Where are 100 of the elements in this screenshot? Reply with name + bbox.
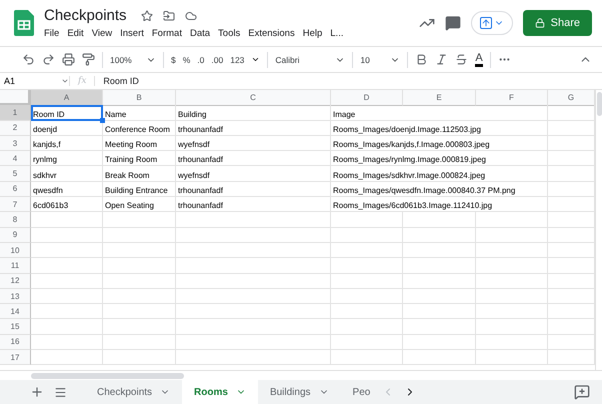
table-cell[interactable]: Break Room	[103, 166, 176, 182]
table-cell[interactable]: Rooms_Images/qwesdfn.Image.000840.37 PM.png	[331, 182, 548, 198]
empty-cell[interactable]	[548, 350, 595, 366]
row-header[interactable]: 14	[0, 304, 31, 320]
empty-cell[interactable]	[548, 197, 595, 212]
menu-item[interactable]: L...	[330, 28, 344, 39]
empty-cell[interactable]	[548, 228, 595, 243]
number-format-button[interactable]: 123	[230, 54, 244, 64]
empty-cell[interactable]	[476, 258, 548, 274]
empty-cell[interactable]	[476, 334, 548, 350]
empty-cell[interactable]	[331, 258, 403, 274]
add-sheet-icon[interactable]	[30, 385, 44, 399]
empty-cell[interactable]	[331, 274, 403, 289]
empty-cell[interactable]	[403, 242, 476, 258]
empty-cell[interactable]	[103, 350, 176, 366]
table-cell[interactable]: qwesdfn	[31, 182, 103, 198]
empty-cell[interactable]	[176, 228, 331, 243]
table-cell[interactable]: doenjd	[31, 120, 103, 136]
empty-cell[interactable]	[103, 212, 176, 228]
empty-cell[interactable]	[103, 319, 176, 335]
table-cell[interactable]: wyefnsdf	[176, 136, 331, 152]
empty-cell[interactable]	[176, 258, 331, 274]
row-header[interactable]: 10	[0, 242, 31, 258]
row-header[interactable]: 16	[0, 334, 31, 350]
empty-cell[interactable]	[403, 319, 476, 335]
table-cell[interactable]: trhounanfadf	[176, 197, 331, 212]
row-header[interactable]: 3	[0, 136, 31, 152]
empty-cell[interactable]	[548, 105, 595, 121]
cloud-icon[interactable]	[184, 10, 197, 22]
empty-cell[interactable]	[403, 304, 476, 320]
number-format-button[interactable]: .00	[211, 54, 224, 64]
caret-icon[interactable]	[251, 55, 260, 64]
table-cell[interactable]: Conference Room	[103, 120, 176, 136]
empty-cell[interactable]	[548, 242, 595, 258]
row-header[interactable]: 12	[0, 274, 31, 289]
empty-cell[interactable]	[103, 334, 176, 350]
row-header[interactable]: 8	[0, 212, 31, 228]
empty-cell[interactable]	[476, 288, 548, 304]
undo-icon[interactable]	[22, 53, 35, 66]
empty-cell[interactable]	[176, 304, 331, 320]
explore-icon[interactable]	[574, 384, 590, 400]
menu-item[interactable]: Extensions	[248, 28, 295, 39]
empty-cell[interactable]	[103, 258, 176, 274]
row-header[interactable]: 15	[0, 319, 31, 335]
star-icon[interactable]	[140, 10, 153, 22]
paint-format-icon[interactable]	[82, 53, 95, 66]
empty-cell[interactable]	[403, 288, 476, 304]
empty-cell[interactable]	[403, 334, 476, 350]
table-cell[interactable]: Room ID	[31, 105, 103, 121]
number-format-button[interactable]: %	[182, 54, 190, 64]
number-format-button[interactable]: $	[171, 54, 176, 64]
table-cell[interactable]: Meeting Room	[103, 136, 176, 152]
fill-handle[interactable]	[100, 118, 105, 123]
table-cell[interactable]: Rooms_Images/sdkhvr.Image.000824.jpeg	[331, 166, 548, 182]
table-cell[interactable]: Training Room	[103, 151, 176, 166]
present-button[interactable]	[470, 11, 513, 35]
empty-cell[interactable]	[476, 212, 548, 228]
empty-cell[interactable]	[548, 151, 595, 166]
empty-cell[interactable]	[476, 274, 548, 289]
table-cell[interactable]: Open Seating	[103, 197, 176, 212]
document-title[interactable]: Checkpoints	[44, 7, 127, 24]
column-header[interactable]: D	[331, 90, 403, 106]
table-cell[interactable]: trhounanfadf	[176, 120, 331, 136]
empty-cell[interactable]	[103, 242, 176, 258]
empty-cell[interactable]	[548, 334, 595, 350]
empty-cell[interactable]	[331, 212, 403, 228]
scrollbar-thumb[interactable]	[31, 372, 184, 378]
column-header[interactable]: G	[548, 90, 595, 106]
italic-icon[interactable]	[435, 53, 448, 66]
row-header[interactable]: 5	[0, 166, 31, 182]
empty-cell[interactable]	[476, 242, 548, 258]
column-header[interactable]: C	[176, 90, 331, 106]
scrollbar-thumb[interactable]	[596, 92, 602, 116]
sheet-tab[interactable]: Buildings	[258, 380, 341, 404]
empty-cell[interactable]	[476, 319, 548, 335]
print-icon[interactable]	[62, 53, 75, 66]
redo-icon[interactable]	[42, 53, 55, 66]
table-cell[interactable]: Rooms_Images/kanjds,f.Image.000803.jpeg	[331, 136, 548, 152]
empty-cell[interactable]	[476, 228, 548, 243]
table-cell[interactable]: sdkhvr	[31, 166, 103, 182]
zoom-dropdown[interactable]: 100%	[110, 54, 156, 64]
sheet-tab[interactable]: Peo	[340, 380, 382, 404]
menu-item[interactable]: Insert	[120, 28, 144, 39]
row-header[interactable]: 7	[0, 197, 31, 212]
empty-cell[interactable]	[548, 212, 595, 228]
empty-cell[interactable]	[331, 334, 403, 350]
empty-cell[interactable]	[403, 212, 476, 228]
table-cell[interactable]: Name	[103, 105, 176, 121]
column-header[interactable]: F	[476, 90, 548, 106]
table-cell[interactable]: rynlmg	[31, 151, 103, 166]
empty-cell[interactable]	[331, 242, 403, 258]
table-cell[interactable]: trhounanfadf	[176, 182, 331, 198]
table-cell[interactable]: trhounanfadf	[176, 151, 331, 166]
empty-cell[interactable]	[476, 304, 548, 320]
empty-cell[interactable]	[176, 334, 331, 350]
empty-cell[interactable]	[176, 274, 331, 289]
empty-cell[interactable]	[548, 166, 595, 182]
number-format-button[interactable]: .0	[197, 54, 204, 64]
empty-cell[interactable]	[476, 350, 548, 366]
table-cell[interactable]: 6cd061b3	[31, 197, 103, 212]
